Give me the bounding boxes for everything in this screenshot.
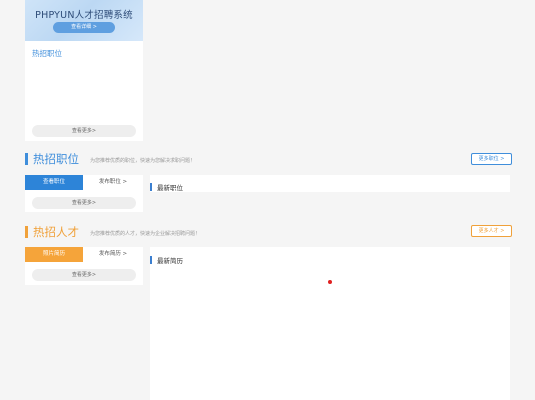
banner-title: PHPYUN人才招聘系统 [35, 10, 133, 21]
hot-jobs-sidebar-label: 热招职位 [32, 49, 62, 58]
jobs-tab-box: 查看职位 发布职位 > 查看更多> [25, 175, 143, 212]
promo-banner: PHPYUN人才招聘系统 查看详细 > [25, 0, 143, 41]
loading-dot [328, 280, 332, 284]
promo-card: PHPYUN人才招聘系统 查看详细 > 热招职位 查看更多> [25, 0, 143, 141]
jobs-section-title: 热招职位 [33, 152, 79, 166]
latest-resumes-title: 最新简历 [157, 257, 183, 265]
jobs-more-button[interactable]: 查看更多> [32, 197, 136, 209]
talent-tab-box: 照片简历 发布简历 > 查看更多> [25, 247, 143, 285]
tab-photo-resume[interactable]: 照片简历 [25, 247, 83, 262]
tab-view-jobs[interactable]: 查看职位 [25, 175, 83, 190]
tab-post-job[interactable]: 发布职位 > [83, 175, 143, 190]
latest-jobs-marker [150, 183, 152, 191]
talent-section-marker [25, 226, 28, 238]
latest-jobs-panel: 最新职位 [150, 175, 510, 192]
jobs-section-subtitle: 为您推荐优质的职位，快速为您解决求职问题！ [90, 158, 196, 164]
latest-resumes-marker [150, 256, 152, 264]
jobs-section-marker [25, 153, 28, 165]
talent-more-button[interactable]: 查看更多> [32, 269, 136, 281]
more-talent-button[interactable]: 更多人才 > [471, 225, 512, 237]
talent-section-title: 热招人才 [33, 225, 79, 239]
hot-jobs-more-button[interactable]: 查看更多> [32, 125, 136, 137]
latest-resumes-panel: 最新简历 [150, 247, 510, 400]
latest-jobs-title: 最新职位 [157, 184, 183, 192]
talent-section-subtitle: 为您推荐优质的人才，快速为企业解决招聘问题！ [90, 231, 201, 237]
view-details-button[interactable]: 查看详细 > [53, 22, 115, 33]
tab-post-resume[interactable]: 发布简历 > [83, 247, 143, 262]
more-jobs-button[interactable]: 更多职位 > [471, 153, 512, 165]
